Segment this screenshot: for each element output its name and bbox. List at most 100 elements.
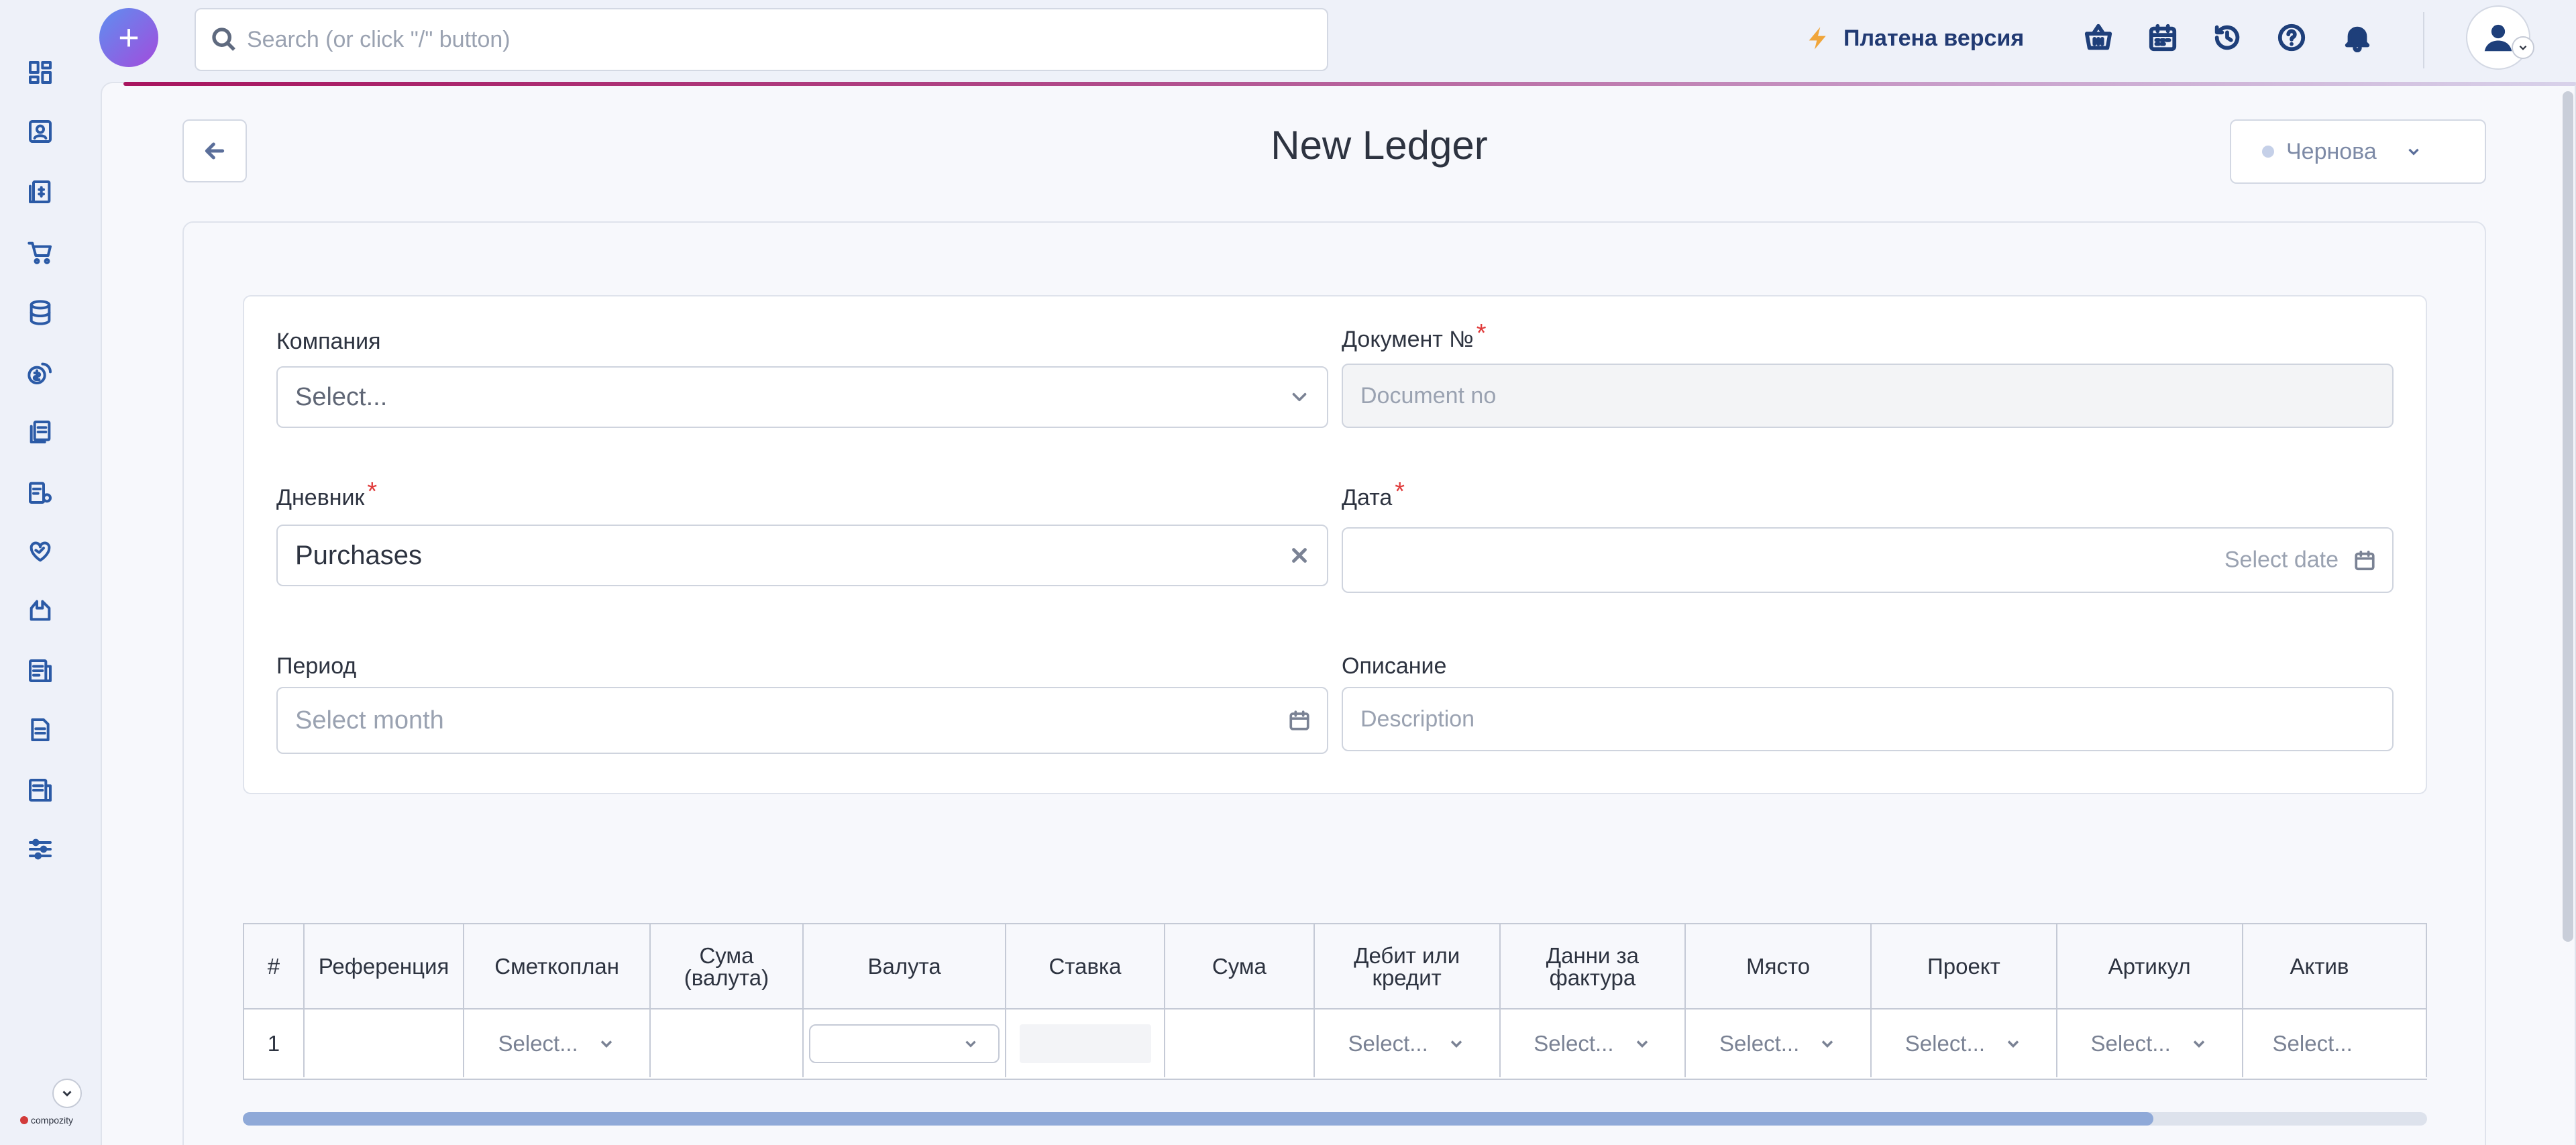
reports-icon[interactable] [24, 594, 56, 626]
location-select-cell[interactable]: Select... [1685, 1009, 1872, 1077]
table-header-row: # Референция Сметкоплан Сума (валута) Ва… [244, 924, 2427, 1010]
register-icon[interactable] [24, 774, 56, 806]
sidebar-collapse-button[interactable] [52, 1079, 82, 1108]
chevron-down-icon [600, 1040, 612, 1048]
company-select-value: Select... [295, 382, 388, 411]
calendar-icon[interactable] [2144, 19, 2182, 56]
column-header: Дебит или кредит [1313, 924, 1501, 1010]
column-header: Данни за фактура [1499, 924, 1686, 1010]
file-icon[interactable] [24, 714, 56, 746]
invoices-icon[interactable] [24, 176, 56, 208]
ledger-lines-table: # Референция Сметкоплан Сума (валута) Ва… [243, 923, 2427, 1080]
chevron-down-icon [2007, 1040, 2019, 1048]
column-header: Референция [303, 924, 465, 1010]
column-header: Актив [2242, 924, 2427, 1010]
description-field[interactable]: Description [1342, 687, 2394, 751]
paid-plan-label: Платена версия [1843, 25, 2025, 51]
table-row: 1 Select... Select... Select... Select..… [244, 1009, 2427, 1077]
table-horizontal-scrollbar[interactable] [243, 1112, 2427, 1126]
avatar-chevron [2512, 36, 2534, 59]
history-icon[interactable] [2208, 19, 2246, 56]
coins-icon[interactable] [24, 357, 56, 389]
contacts-icon[interactable] [24, 115, 56, 148]
paid-plan-link[interactable]: Платена версия [1805, 19, 2024, 58]
column-header: Сума [1164, 924, 1315, 1010]
ledger-icon[interactable] [24, 655, 56, 687]
settings-report-icon[interactable] [24, 476, 56, 508]
handshake-icon[interactable] [24, 535, 56, 567]
period-picker[interactable]: Select month [276, 687, 1328, 754]
brand-logo: compozity [20, 1115, 73, 1126]
project-select-cell[interactable]: Select... [1871, 1009, 2057, 1077]
company-select[interactable]: Select... [276, 366, 1328, 428]
clear-icon[interactable] [1288, 544, 1311, 567]
cart-icon[interactable] [24, 236, 56, 268]
amount-cell[interactable] [1164, 1009, 1315, 1077]
search-input[interactable] [247, 26, 1253, 53]
article-select-cell[interactable]: Select... [2056, 1009, 2243, 1077]
column-header: Сума (валута) [649, 924, 804, 1010]
description-placeholder: Description [1360, 706, 1475, 732]
add-button[interactable]: + [99, 8, 158, 67]
chevron-down-icon [1292, 392, 1307, 402]
back-button[interactable] [182, 119, 247, 182]
document-no-field[interactable]: Document no [1342, 364, 2394, 428]
user-avatar-button[interactable] [2466, 5, 2534, 70]
debit-credit-select-cell[interactable]: Select... [1313, 1009, 1501, 1077]
chevron-down-icon [1636, 1040, 1648, 1048]
accent-line [123, 82, 2576, 86]
journal-value: Purchases [295, 540, 422, 570]
page-vertical-scrollbar[interactable] [2563, 91, 2573, 942]
sliders-icon[interactable] [24, 833, 56, 865]
rate-cell[interactable] [1006, 1009, 1165, 1077]
chevron-down-icon [2519, 45, 2527, 50]
documents-icon[interactable] [24, 416, 56, 448]
column-header: Сметкоплан [464, 924, 651, 1010]
search-bar[interactable] [195, 8, 1328, 71]
scrollbar-thumb[interactable] [243, 1112, 2153, 1126]
journal-select[interactable]: Purchases [276, 525, 1328, 586]
basket-icon[interactable] [2080, 19, 2117, 56]
company-label: Компания [276, 329, 381, 354]
document-no-label: Документ № * [1342, 319, 1487, 352]
topbar-divider [2423, 12, 2424, 68]
account-select-cell[interactable]: Select... [464, 1009, 651, 1077]
reference-cell[interactable] [303, 1009, 465, 1077]
page-title: New Ledger [1271, 123, 1488, 168]
sidebar: compozity [0, 0, 82, 1145]
journal-label: Дневник * [276, 478, 378, 510]
period-placeholder: Select month [295, 706, 444, 734]
chevron-down-icon [965, 1040, 976, 1048]
chevron-down-icon [2408, 148, 2419, 156]
lightning-icon [1809, 27, 1826, 50]
dashboard-icon[interactable] [24, 56, 56, 89]
chevron-down-icon [1822, 1040, 1833, 1048]
search-icon [212, 28, 235, 51]
status-label: Чернова [2286, 138, 2377, 164]
date-picker[interactable]: Select date [1342, 527, 2394, 593]
arrow-left-icon [205, 142, 225, 160]
amount-currency-cell[interactable] [649, 1009, 804, 1077]
calendar-icon [1289, 710, 1309, 730]
row-number: 1 [244, 1009, 305, 1077]
database-icon[interactable] [24, 296, 56, 329]
chevron-down-icon [62, 1091, 72, 1097]
asset-select-cell[interactable]: Select... [2242, 1009, 2427, 1077]
invoice-data-select-cell[interactable]: Select... [1499, 1009, 1686, 1077]
column-header: Ставка [1006, 924, 1165, 1010]
calendar-icon [2355, 550, 2375, 570]
chevron-down-icon [2193, 1040, 2204, 1048]
column-header: Артикул [2056, 924, 2243, 1010]
status-dropdown[interactable]: Чернова [2230, 119, 2486, 184]
bell-icon[interactable] [2339, 19, 2376, 56]
column-header: # [244, 924, 305, 1010]
column-header: Място [1685, 924, 1872, 1010]
user-icon [2484, 24, 2512, 52]
column-header: Проект [1871, 924, 2057, 1010]
document-no-placeholder: Document no [1360, 382, 1497, 408]
currency-select-cell[interactable] [803, 1009, 1007, 1077]
date-placeholder: Select date [2224, 547, 2339, 573]
period-label: Период [276, 653, 357, 679]
help-icon[interactable] [2273, 19, 2310, 56]
chevron-down-icon [1450, 1040, 1462, 1048]
